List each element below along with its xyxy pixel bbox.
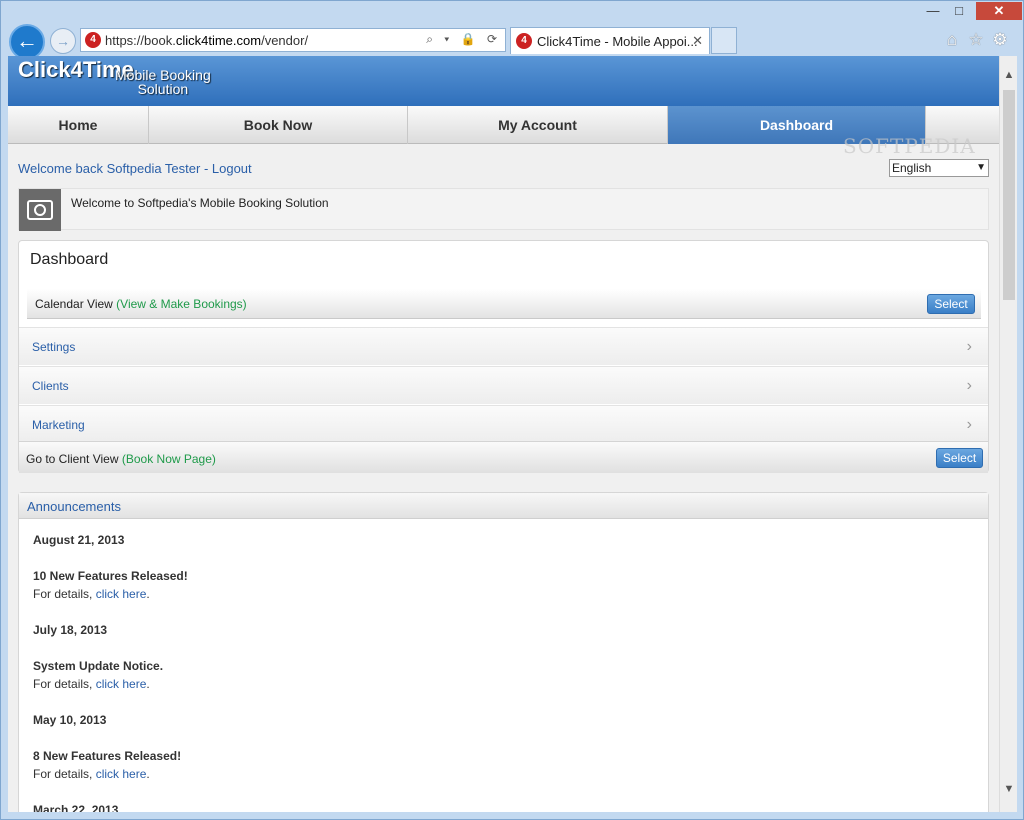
browser-tools: ⌂ ☆ ⚙ (940, 30, 1012, 50)
scroll-thumb[interactable] (1003, 90, 1015, 300)
announcements-title: Announcements (27, 499, 121, 514)
banner-text: Welcome to Softpedia's Mobile Booking So… (71, 196, 329, 210)
titlebar: — □ ✕ (0, 0, 1024, 24)
details-prefix: For details, (33, 767, 96, 781)
nav-book-now[interactable]: Book Now (149, 106, 408, 144)
logo-sub-line1: Mobile Booking (115, 67, 211, 83)
chevron-right-icon: › (966, 377, 972, 394)
calendar-select-button[interactable]: Select (927, 294, 975, 314)
announcement-details: For details, click here. (33, 767, 150, 781)
maximize-button[interactable]: □ (946, 2, 972, 20)
announcements-header: Announcements (19, 493, 988, 519)
settings-label: Settings (32, 340, 76, 354)
click-here-link[interactable]: click here (96, 677, 147, 691)
dashboard-panel: Dashboard Calendar View (View & Make Boo… (18, 240, 989, 473)
clients-link[interactable]: Clients › (19, 366, 988, 404)
clients-label: Clients (32, 379, 69, 393)
announcement-date: August 21, 2013 (33, 533, 125, 547)
click-here-link[interactable]: click here (96, 767, 147, 781)
marketing-label: Marketing (32, 418, 85, 432)
tab-title: Click4Time - Mobile Appoi... (537, 34, 698, 49)
scroll-down-icon[interactable]: ▼ (1000, 780, 1018, 798)
chevron-right-icon: › (966, 338, 972, 355)
announcement-date: May 10, 2013 (33, 713, 107, 727)
chevron-right-icon: › (966, 416, 972, 433)
announcement-title: 8 New Features Released! (33, 749, 182, 763)
site-favicon-icon: 4 (85, 32, 101, 48)
url-domain: click4time.com (175, 33, 262, 48)
announcement-title: System Update Notice. (33, 659, 164, 673)
calendar-hint: (View & Make Bookings) (116, 297, 247, 311)
nav-my-account[interactable]: My Account (408, 106, 668, 144)
logo-sub-line2: Solution (137, 81, 189, 97)
client-label: Go to Client View (26, 452, 119, 466)
favorites-star-icon[interactable]: ☆ (964, 30, 988, 50)
browser-tab[interactable]: 4 Click4Time - Mobile Appoi... ✕ (510, 27, 710, 54)
details-prefix: For details, (33, 587, 96, 601)
click-here-link[interactable]: click here (96, 587, 147, 601)
welcome-logout-link[interactable]: Welcome back Softpedia Tester - Logout (18, 161, 252, 176)
settings-link[interactable]: Settings › (19, 327, 988, 365)
forward-arrow-icon[interactable]: → (50, 28, 76, 54)
dashboard-title: Dashboard (30, 251, 109, 268)
url-prefix: https://book. (105, 33, 176, 48)
announcement-title: 10 New Features Released! (33, 569, 188, 583)
announcement-date: March 22, 2013 (33, 803, 119, 812)
site-header: Click4Time Mobile Booking Solution (8, 56, 999, 106)
details-prefix: For details, (33, 677, 96, 691)
announcements-panel: Announcements August 21, 2013 10 New Fea… (18, 492, 989, 812)
new-tab-button[interactable] (711, 27, 737, 54)
minimize-button[interactable]: — (920, 2, 946, 20)
welcome-banner: Welcome to Softpedia's Mobile Booking So… (18, 188, 989, 231)
watermark: SOFTPEDIA (843, 134, 976, 158)
scroll-up-icon[interactable]: ▲ (1000, 66, 1018, 84)
client-label-wrap: Go to Client View (Book Now Page) (26, 452, 216, 466)
client-select-button[interactable]: Select (936, 448, 983, 468)
language-selected: English (892, 161, 932, 175)
address-bar[interactable]: 4 https://book.click4time.com/vendor/ ⌕ … (80, 28, 506, 52)
url-text[interactable]: https://book.click4time.com/vendor/ (105, 33, 308, 48)
vertical-scrollbar[interactable]: ▲ ▼ (999, 56, 1017, 812)
announcement-date: July 18, 2013 (33, 623, 108, 637)
calendar-row: Calendar View (View & Make Bookings) Sel… (27, 289, 981, 319)
nav-home[interactable]: Home (8, 106, 149, 144)
client-view-row: Go to Client View (Book Now Page) Select (19, 441, 988, 473)
announcement-details: For details, click here. (33, 587, 150, 601)
url-path: /vendor/ (261, 33, 309, 48)
announcement-details: For details, click here. (33, 677, 150, 691)
gear-icon[interactable]: ⚙ (988, 30, 1012, 50)
logo-subtitle: Mobile Booking Solution (115, 68, 211, 96)
client-hint: (Book Now Page) (121, 452, 216, 466)
close-button[interactable]: ✕ (976, 2, 1022, 20)
browser-navbar: ← → 4 https://book.click4time.com/vendor… (0, 24, 1024, 60)
page-viewport: Click4Time Mobile Booking Solution Home … (8, 56, 999, 812)
camera-icon (19, 189, 61, 231)
chevron-down-icon: ▼ (976, 162, 986, 173)
address-tools-icon[interactable]: ⌕ ▾ 🔒 ⟳ (426, 32, 501, 47)
calendar-label: Calendar View (35, 297, 113, 311)
tab-close-icon[interactable]: ✕ (692, 33, 703, 49)
language-select[interactable]: English ▼ (889, 159, 989, 177)
marketing-link[interactable]: Marketing › (19, 405, 988, 443)
calendar-label-wrap: Calendar View (View & Make Bookings) (35, 297, 247, 311)
home-icon[interactable]: ⌂ (940, 30, 964, 50)
back-arrow-icon[interactable]: ← (9, 24, 45, 60)
tab-favicon-icon: 4 (516, 33, 532, 49)
